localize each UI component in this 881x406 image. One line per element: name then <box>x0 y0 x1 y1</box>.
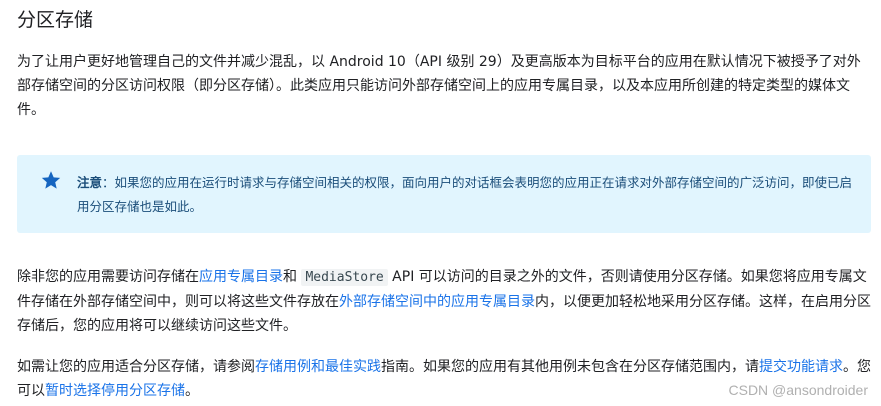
feature-request-link[interactable]: 提交功能请求 <box>759 359 843 375</box>
note-text: 注意：如果您的应用在运行时请求与存储空间相关的权限，面向用户的对话框会表明您的应… <box>77 171 857 219</box>
star-icon <box>40 169 62 191</box>
mediastore-code: MediaStore <box>301 269 388 286</box>
app-specific-dir-link[interactable]: 应用专属目录 <box>199 269 283 285</box>
text-segment: 。 <box>185 383 199 399</box>
storage-use-cases-link[interactable]: 存储用例和最佳实践 <box>255 359 381 375</box>
page-title: 分区存储 <box>17 9 94 31</box>
note-colon: ： <box>102 175 115 190</box>
external-app-specific-dir-link[interactable]: 外部存储空间中的应用专属目录 <box>339 294 535 310</box>
text-segment: 除非您的应用需要访问存储在 <box>17 269 199 285</box>
text-segment: 和 <box>283 269 302 285</box>
note-body: 如果您的应用在运行时请求与存储空间相关的权限，面向用户的对话框会表明您的应用正在… <box>77 175 853 214</box>
note-callout: 注意：如果您的应用在运行时请求与存储空间相关的权限，面向用户的对话框会表明您的应… <box>17 155 871 233</box>
watermark: CSDN @ansondroider <box>728 382 869 398</box>
note-label: 注意 <box>77 175 103 190</box>
text-segment: 指南。如果您的应用有其他用例未包含在分区存储范围内，请 <box>381 359 759 375</box>
scoped-storage-paragraph: 除非您的应用需要访问存储在应用专属目录和 MediaStore API 可以访问… <box>17 265 872 338</box>
text-segment: 如需让您的应用适合分区存储，请参阅 <box>17 359 255 375</box>
opt-out-scoped-storage-link[interactable]: 暂时选择停用分区存储 <box>45 383 185 399</box>
intro-paragraph: 为了让用户更好地管理自己的文件并减少混乱，以 Android 10（API 级别… <box>17 54 861 118</box>
